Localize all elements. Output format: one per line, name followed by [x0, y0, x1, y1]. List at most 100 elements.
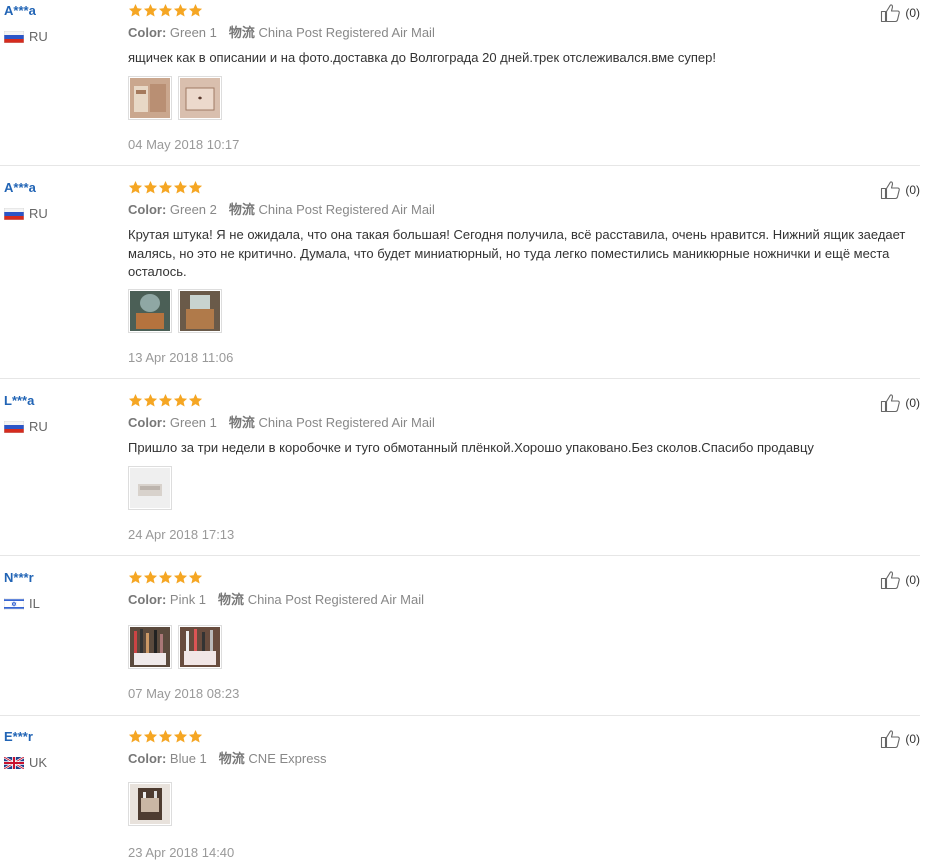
shipping-value: China Post Registered Air Mail	[258, 25, 435, 40]
color-label: Color:	[128, 25, 167, 40]
star-icon	[128, 180, 143, 195]
shipping-value: CNE Express	[248, 751, 327, 766]
color-label: Color:	[128, 202, 167, 217]
review-feed: A***a RU Color: Green 1 物流 China Post Regis…	[0, 0, 929, 860]
helpful-button[interactable]: (0)	[880, 393, 920, 413]
thumbs-up-icon	[880, 729, 905, 749]
review-photo-thumbnail[interactable]	[128, 466, 172, 510]
review-text: Пришло за три недели в коробочке и туго …	[128, 440, 814, 455]
star-icon	[143, 180, 158, 195]
review-text: ящичек как в описании и на фото.доставка…	[128, 50, 717, 65]
reviewer-country: IL	[4, 596, 40, 611]
russia-flag-icon	[4, 420, 24, 433]
helpful-count: (0)	[905, 6, 920, 20]
review-date: 07 May 2018 08:23	[128, 686, 240, 701]
thumbs-up-icon	[880, 570, 905, 590]
review-body: Color: Blue 1 物流 CNE Express	[128, 729, 918, 767]
color-label: Color:	[128, 415, 167, 430]
review-date: 04 May 2018 10:17	[128, 137, 240, 152]
star-icon	[158, 3, 173, 18]
country-code: UK	[29, 755, 48, 770]
helpful-button[interactable]: (0)	[880, 570, 920, 590]
star-icon	[173, 180, 188, 195]
helpful-count: (0)	[905, 183, 920, 197]
review-photos	[128, 76, 228, 120]
star-icon	[128, 3, 143, 18]
review-attributes: Color: Blue 1 物流 CNE Express	[128, 751, 918, 767]
reviewer-info: N***r IL	[4, 570, 40, 611]
review-body: Color: Green 1 物流 China Post Registered A…	[128, 393, 918, 458]
reviewer-country: RU	[4, 419, 48, 434]
star-rating	[128, 3, 918, 19]
star-icon	[143, 3, 158, 18]
helpful-button[interactable]: (0)	[880, 180, 920, 200]
reviewer-info: L***a RU	[4, 393, 48, 434]
country-code: IL	[29, 596, 40, 611]
review-photo-thumbnail[interactable]	[178, 625, 222, 669]
shipping-value: China Post Registered Air Mail	[258, 415, 435, 430]
review-body: Color: Pink 1 物流 China Post Registered Ai…	[128, 570, 918, 608]
star-icon	[128, 729, 143, 744]
thumbs-up-icon	[880, 180, 905, 200]
review-photos	[128, 625, 228, 669]
shipping-label: 物流	[218, 592, 245, 607]
thumbs-up-icon	[880, 393, 905, 413]
review-item: A***a RU Color: Green 1 物流 China Post Regis…	[0, 0, 920, 166]
country-code: RU	[29, 29, 48, 44]
review-photo-thumbnail[interactable]	[128, 76, 172, 120]
reviewer-country: UK	[4, 755, 47, 770]
review-photo-thumbnail[interactable]	[128, 625, 172, 669]
helpful-button[interactable]: (0)	[880, 729, 920, 749]
review-photo-thumbnail[interactable]	[128, 782, 172, 826]
color-value: Pink 1	[169, 592, 207, 607]
russia-flag-icon	[4, 207, 24, 220]
star-icon	[158, 729, 173, 744]
review-photo-thumbnail[interactable]	[178, 289, 222, 333]
shipping-label: 物流	[218, 751, 245, 766]
color-value: Blue 1	[169, 751, 207, 766]
review-photo-thumbnail[interactable]	[128, 289, 172, 333]
reviewer-info: A***a RU	[4, 3, 48, 44]
thumbs-up-icon	[880, 3, 905, 23]
review-photo-thumbnail[interactable]	[178, 76, 222, 120]
review-photos	[128, 289, 228, 333]
reviewer-name[interactable]: A***a	[4, 180, 48, 196]
uk-flag-icon	[4, 756, 24, 769]
helpful-count: (0)	[905, 573, 920, 587]
reviewer-name[interactable]: E***r	[4, 729, 47, 745]
star-rating	[128, 180, 918, 196]
review-photos	[128, 782, 178, 826]
star-icon	[128, 570, 143, 585]
reviewer-info: E***r UK	[4, 729, 47, 770]
country-code: RU	[29, 419, 48, 434]
star-icon	[188, 729, 203, 744]
star-icon	[188, 180, 203, 195]
reviewer-name[interactable]: A***a	[4, 3, 48, 19]
reviewer-name[interactable]: N***r	[4, 570, 40, 586]
review-item: L***a RU Color: Green 1 物流 China Post Regis…	[0, 390, 920, 556]
review-attributes: Color: Pink 1 物流 China Post Registered Ai…	[128, 592, 918, 608]
star-icon	[143, 729, 158, 744]
reviewer-name[interactable]: L***a	[4, 393, 48, 409]
helpful-count: (0)	[905, 732, 920, 746]
review-text: Крутая штука! Я не ожидала, что она така…	[128, 227, 906, 279]
star-icon	[188, 570, 203, 585]
star-icon	[173, 3, 188, 18]
review-item: N***r IL Color: Pink 1 物流 China Post Regist…	[0, 567, 920, 716]
color-label: Color:	[128, 751, 167, 766]
star-icon	[188, 3, 203, 18]
star-icon	[158, 180, 173, 195]
review-date: 13 Apr 2018 11:06	[128, 350, 234, 365]
star-rating	[128, 393, 918, 409]
reviewer-country: RU	[4, 29, 48, 44]
reviewer-info: A***a RU	[4, 180, 48, 221]
israel-flag-icon	[4, 597, 24, 610]
shipping-label: 物流	[228, 25, 255, 40]
helpful-button[interactable]: (0)	[880, 3, 920, 23]
star-icon	[173, 729, 188, 744]
review-item: A***a RU Color: Green 2 物流 China Post Regis…	[0, 177, 920, 379]
color-value: Green 2	[169, 202, 217, 217]
review-photos	[128, 466, 178, 510]
russia-flag-icon	[4, 30, 24, 43]
star-rating	[128, 570, 918, 586]
